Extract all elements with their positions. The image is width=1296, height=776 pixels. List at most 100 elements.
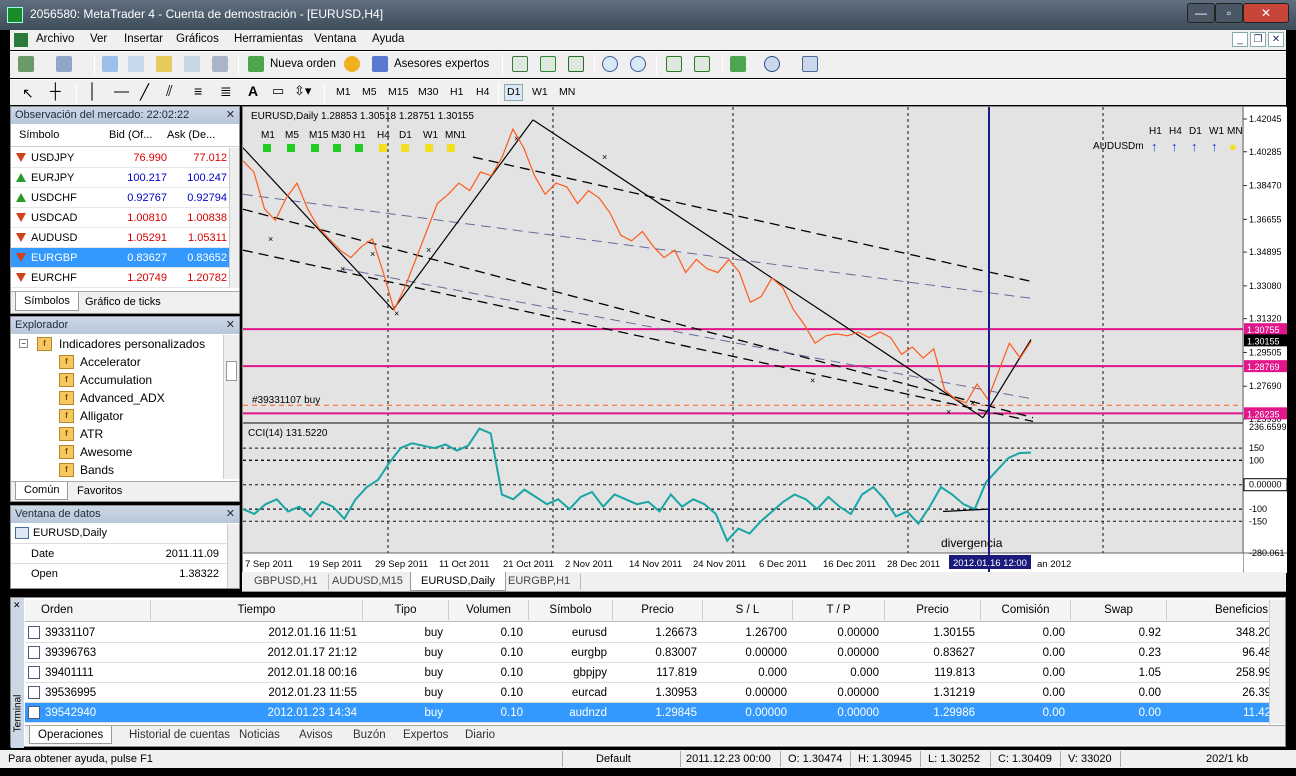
- indicators-icon[interactable]: [730, 56, 746, 72]
- menu-graficos[interactable]: Gráficos: [176, 33, 219, 45]
- terminal-scrollbar[interactable]: [1269, 600, 1285, 724]
- navigator-icon[interactable]: [156, 56, 172, 72]
- maximize-button[interactable]: ▫: [1215, 3, 1243, 23]
- terminal-col-header[interactable]: Precio: [613, 600, 703, 620]
- warning-icon[interactable]: [344, 56, 360, 72]
- close-icon[interactable]: ✕: [226, 507, 235, 520]
- label-icon[interactable]: ▭: [272, 83, 284, 99]
- table-row[interactable]: 39331107 2012.01.16 11:51 buy 0.10 eurusd 1.2…: [25, 623, 1271, 643]
- col-symbol[interactable]: Símbolo: [19, 129, 59, 141]
- table-row[interactable]: 39536995 2012.01.23 11:55 buy 0.10 eurcad 1.3…: [25, 683, 1271, 703]
- terminal-col-header[interactable]: Tipo: [363, 600, 449, 620]
- zoom-out-icon[interactable]: [630, 56, 646, 72]
- terminal-tab[interactable]: Buzón: [353, 729, 386, 741]
- table-row[interactable]: 39396763 2012.01.17 21:12 buy 0.10 eurgbp 0.8…: [25, 643, 1271, 663]
- terminal-tab[interactable]: Expertos: [403, 729, 448, 741]
- new-order-icon[interactable]: [248, 56, 264, 72]
- menu-archivo[interactable]: Archivo: [36, 33, 74, 45]
- auto-scroll-icon[interactable]: [666, 56, 682, 72]
- market-watch-row[interactable]: EURGBP 0.83627 0.83652: [11, 248, 237, 268]
- line-chart-icon[interactable]: [568, 56, 584, 72]
- terminal-col-header[interactable]: Símbolo: [529, 600, 613, 620]
- document-icon[interactable]: [14, 33, 28, 47]
- market-watch-row[interactable]: USDCHF 0.92767 0.92794: [11, 188, 237, 208]
- tf-m5-button[interactable]: M5: [362, 86, 377, 98]
- status-profile[interactable]: Default: [596, 753, 631, 765]
- fibonacci-icon[interactable]: ≡: [194, 83, 202, 99]
- tf-mn-button[interactable]: MN: [559, 86, 575, 98]
- candle-chart-icon[interactable]: [540, 56, 556, 72]
- col-ask[interactable]: Ask (De...: [167, 129, 215, 141]
- tf-h1-button[interactable]: H1: [450, 86, 463, 98]
- terminal-icon[interactable]: [184, 56, 200, 72]
- chart-shift-icon[interactable]: [694, 56, 710, 72]
- trendline-icon[interactable]: ╱: [140, 83, 149, 101]
- chart-canvas[interactable]: 1.420451.402851.384701.366551.348951.330…: [243, 107, 1287, 573]
- col-bid[interactable]: Bid (Of...: [109, 129, 152, 141]
- market-watch-row[interactable]: EURJPY 100.217 100.247: [11, 168, 237, 188]
- data-window-icon[interactable]: [128, 56, 144, 72]
- tab-symbols[interactable]: Símbolos: [15, 292, 79, 311]
- chart-window[interactable]: 1.42045 1.40285 1.38470 1.36655 1.34895 1.330…: [242, 106, 1287, 573]
- mdi-close-button[interactable]: ✕: [1268, 32, 1284, 47]
- vertical-line-icon[interactable]: │: [88, 83, 97, 100]
- terminal-col-header[interactable]: Comisión: [981, 600, 1071, 620]
- menu-herramientas[interactable]: Herramientas: [234, 33, 303, 45]
- tf-m15-button[interactable]: M15: [388, 86, 408, 98]
- table-row[interactable]: 39401111 2012.01.18 00:16 buy 0.10 gbpjpy 117…: [25, 663, 1271, 683]
- terminal-col-header[interactable]: T / P: [793, 600, 885, 620]
- market-watch-icon[interactable]: [102, 56, 118, 72]
- crosshair-icon[interactable]: ┼: [50, 83, 61, 100]
- terminal-tab[interactable]: Operaciones: [29, 726, 113, 744]
- menu-ventana[interactable]: Ventana: [314, 33, 356, 45]
- tab-common[interactable]: Común: [15, 482, 69, 500]
- chart-tab[interactable]: GBPUSD,H1: [244, 574, 329, 590]
- arrows-icon[interactable]: ⇳▾: [294, 83, 311, 99]
- text-icon[interactable]: A: [248, 83, 258, 99]
- terminal-col-header[interactable]: Volumen: [449, 600, 529, 620]
- chart-tab[interactable]: EURGBP,H1: [498, 574, 582, 590]
- table-row[interactable]: 39542940 2012.01.23 14:34 buy 0.10 audnzd 1.2…: [25, 703, 1271, 723]
- custom-indicators-folder[interactable]: Indicadores personalizados: [59, 337, 205, 351]
- profiles-icon[interactable]: [56, 56, 72, 72]
- data-window-scrollbar[interactable]: [227, 524, 239, 588]
- close-icon[interactable]: ✕: [226, 108, 235, 121]
- bar-chart-icon[interactable]: [512, 56, 528, 72]
- terminal-col-header[interactable]: Precio: [885, 600, 981, 620]
- periods-icon[interactable]: [764, 56, 780, 72]
- fibo-fan-icon[interactable]: ≣: [220, 83, 232, 100]
- tf-w1-button[interactable]: W1: [532, 86, 548, 98]
- collapse-icon[interactable]: −: [19, 339, 28, 348]
- menu-ayuda[interactable]: Ayuda: [372, 33, 404, 45]
- terminal-tab[interactable]: Avisos: [299, 729, 333, 741]
- close-button[interactable]: ✕: [1243, 3, 1289, 23]
- channel-icon[interactable]: ⫽: [166, 83, 173, 100]
- menu-insertar[interactable]: Insertar: [124, 33, 163, 45]
- menu-ver[interactable]: Ver: [90, 33, 107, 45]
- navigator-scrollbar[interactable]: [223, 335, 239, 479]
- tf-m1-button[interactable]: M1: [336, 86, 351, 98]
- tester-icon[interactable]: [212, 56, 228, 72]
- close-icon[interactable]: ✕: [13, 600, 21, 611]
- tab-favorites[interactable]: Favoritos: [77, 485, 122, 497]
- market-watch-row[interactable]: AUDUSD 1.05291 1.05311: [11, 228, 237, 248]
- terminal-col-header[interactable]: S / L: [703, 600, 793, 620]
- market-watch-row[interactable]: EURCHF 1.20749 1.20782: [11, 268, 237, 288]
- market-watch-row[interactable]: USDCAD 1.00810 1.00838: [11, 208, 237, 228]
- terminal-col-header[interactable]: Tiempo: [151, 600, 363, 620]
- experts-icon[interactable]: [372, 56, 388, 72]
- templates-icon[interactable]: [802, 56, 818, 72]
- experts-button[interactable]: Asesores expertos: [394, 58, 489, 70]
- chart-tab[interactable]: EURUSD,Daily: [410, 572, 506, 591]
- tf-h4-button[interactable]: H4: [476, 86, 489, 98]
- terminal-col-header[interactable]: Orden: [31, 600, 151, 620]
- mdi-restore-button[interactable]: ❐: [1250, 32, 1266, 47]
- terminal-col-header[interactable]: Swap: [1071, 600, 1167, 620]
- terminal-tab[interactable]: Diario: [465, 729, 495, 741]
- tab-ticks[interactable]: Gráfico de ticks: [85, 296, 161, 308]
- chart-tab[interactable]: AUDUSD,M15: [322, 574, 414, 590]
- minimize-button[interactable]: —: [1187, 3, 1215, 23]
- horizontal-line-icon[interactable]: —: [114, 83, 129, 100]
- mdi-minimize-button[interactable]: _: [1232, 32, 1248, 47]
- new-chart-icon[interactable]: [18, 56, 34, 72]
